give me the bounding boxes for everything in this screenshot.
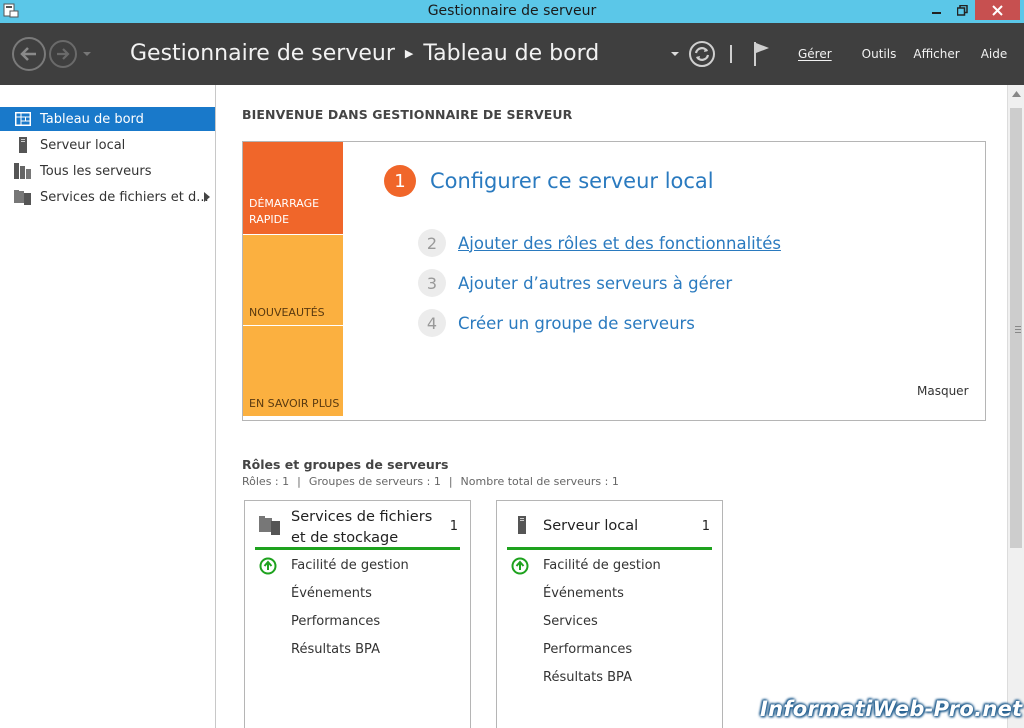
- dashboard-icon: [14, 111, 32, 127]
- add-roles-link[interactable]: Ajouter des rôles et des fonctionnalités: [458, 234, 781, 253]
- sidebar-item-label: Services de fichiers et d...: [40, 189, 209, 205]
- minimize-button[interactable]: [924, 0, 950, 20]
- refresh-icon[interactable]: [688, 40, 716, 68]
- close-button[interactable]: [975, 0, 1020, 20]
- add-servers-link[interactable]: Ajouter d’autres serveurs à gérer: [458, 274, 732, 293]
- restore-button[interactable]: [950, 0, 974, 20]
- window-title: Gestionnaire de serveur: [427, 3, 597, 19]
- scroll-up-icon[interactable]: [1012, 91, 1021, 97]
- card-title[interactable]: Serveur local: [543, 516, 703, 537]
- tab-label: NOUVEAUTÉS: [249, 306, 325, 319]
- back-button[interactable]: [12, 37, 46, 71]
- flag-icon[interactable]: [752, 41, 772, 67]
- tab-learn-more[interactable]: EN SAVOIR PLUS: [243, 326, 343, 416]
- sidebar-item-label: Tous les serveurs: [40, 163, 152, 179]
- sidebar: Tableau de bord Serveur local Tous les s…: [0, 85, 216, 728]
- groups-count: Groupes de serveurs : 1: [308, 475, 441, 488]
- card-count: 1: [449, 519, 458, 534]
- tab-quickstart[interactable]: DÉMARRAGE RAPIDE: [243, 142, 343, 234]
- sidebar-item-file-services[interactable]: Services de fichiers et d...: [0, 185, 215, 209]
- step-number: 2: [418, 229, 446, 257]
- create-group-link[interactable]: Créer un groupe de serveurs: [458, 314, 695, 333]
- tab-label: DÉMARRAGE RAPIDE: [249, 197, 320, 226]
- breadcrumb-separator-icon: ▶: [404, 47, 414, 60]
- divider: |: [297, 475, 301, 488]
- close-icon: [992, 4, 1003, 16]
- sidebar-item-label: Tableau de bord: [40, 111, 144, 127]
- grip-icon: [1015, 329, 1021, 330]
- card-row-performance[interactable]: Performances: [543, 642, 632, 657]
- scrollbar-thumb[interactable]: [1010, 108, 1022, 548]
- status-bar: [507, 547, 712, 550]
- step-configure-local-server[interactable]: 1 Configurer ce serveur local: [384, 165, 714, 197]
- window-titlebar: Gestionnaire de serveur: [0, 0, 1024, 23]
- card-row-events[interactable]: Événements: [291, 586, 372, 601]
- vertical-scrollbar[interactable]: [1007, 85, 1024, 728]
- grip-icon: [1015, 332, 1021, 333]
- forward-button[interactable]: [49, 40, 77, 68]
- menu-view[interactable]: Afficher: [913, 47, 959, 61]
- tab-label: EN SAVOIR PLUS: [249, 397, 340, 410]
- hide-link[interactable]: Masquer: [917, 384, 969, 398]
- history-dropdown-icon[interactable]: [82, 49, 92, 59]
- card-count: 1: [701, 519, 710, 534]
- watermark-logo: InformatiWeb-Pro.net: [760, 697, 1023, 721]
- step-number: 1: [384, 165, 416, 197]
- minimize-icon: [932, 12, 941, 14]
- header-tools: [670, 39, 772, 69]
- menu-help[interactable]: Aide: [981, 47, 1008, 61]
- roles-count: Rôles : 1: [242, 475, 290, 488]
- sidebar-item-dashboard[interactable]: Tableau de bord: [0, 107, 215, 131]
- chevron-right-icon[interactable]: [203, 192, 211, 202]
- card-title[interactable]: Services de fichiers et de stockage: [291, 507, 451, 549]
- menu-manage[interactable]: Gérer: [798, 47, 832, 61]
- grip-icon: [1015, 326, 1021, 327]
- card-row-performance[interactable]: Performances: [291, 614, 380, 629]
- card-row-bpa[interactable]: Résultats BPA: [291, 642, 380, 657]
- role-card-local-server[interactable]: Serveur local 1 Facilité de gestion Évén…: [496, 500, 723, 728]
- status-up-icon: [259, 557, 277, 575]
- sidebar-item-all-servers[interactable]: Tous les serveurs: [0, 159, 215, 183]
- chevron-down-icon[interactable]: [670, 49, 680, 59]
- server-icon: [14, 137, 32, 153]
- role-card-file-services[interactable]: Services de fichiers et de stockage 1 Fa…: [244, 500, 471, 728]
- step-number: 3: [418, 269, 446, 297]
- welcome-heading: BIENVENUE DANS GESTIONNAIRE DE SERVEUR: [242, 107, 573, 122]
- app-header: Gestionnaire de serveur ▶ Tableau de bor…: [0, 23, 1024, 85]
- tab-whats-new[interactable]: NOUVEAUTÉS: [243, 235, 343, 325]
- step-number: 4: [418, 309, 446, 337]
- card-row-manageability[interactable]: Facilité de gestion: [291, 558, 409, 573]
- roles-heading: Rôles et groupes de serveurs: [242, 457, 449, 472]
- step-add-roles[interactable]: 2 Ajouter des rôles et des fonctionnalit…: [418, 229, 781, 257]
- sidebar-item-label: Serveur local: [40, 137, 126, 153]
- divider: |: [448, 475, 453, 488]
- file-services-icon: [14, 189, 32, 205]
- breadcrumb-current: Tableau de bord: [423, 41, 600, 66]
- servers-count: Nombre total de serveurs : 1: [460, 475, 619, 488]
- card-row-services[interactable]: Services: [543, 614, 598, 629]
- sidebar-item-local-server[interactable]: Serveur local: [0, 133, 215, 157]
- status-up-icon: [511, 557, 529, 575]
- arrow-right-icon: [57, 48, 70, 60]
- roles-counts: Rôles : 1 | Groupes de serveurs : 1 | Nombre…: [242, 475, 619, 488]
- breadcrumb: Gestionnaire de serveur ▶ Tableau de bor…: [130, 41, 599, 66]
- file-services-icon: [259, 516, 280, 535]
- quickstart-panel: DÉMARRAGE RAPIDE NOUVEAUTÉS EN SAVOIR PL…: [242, 141, 986, 421]
- arrow-left-icon: [20, 47, 36, 61]
- step-add-servers[interactable]: 3 Ajouter d’autres serveurs à gérer: [418, 269, 732, 297]
- restore-icon: [956, 4, 968, 16]
- dashboard-content: BIENVENUE DANS GESTIONNAIRE DE SERVEUR D…: [217, 85, 1007, 728]
- step-label: Configurer ce serveur local: [430, 169, 714, 193]
- card-row-manageability[interactable]: Facilité de gestion: [543, 558, 661, 573]
- step-create-group[interactable]: 4 Créer un groupe de serveurs: [418, 309, 695, 337]
- card-row-bpa[interactable]: Résultats BPA: [543, 670, 632, 685]
- header-divider: [730, 45, 732, 63]
- servers-icon: [14, 163, 32, 179]
- header-menu: Gérer Outils Afficher Aide: [798, 47, 1007, 61]
- card-row-events[interactable]: Événements: [543, 586, 624, 601]
- status-bar: [255, 547, 460, 550]
- server-icon: [518, 516, 526, 534]
- menu-tools[interactable]: Outils: [862, 47, 897, 61]
- breadcrumb-root[interactable]: Gestionnaire de serveur: [130, 41, 395, 66]
